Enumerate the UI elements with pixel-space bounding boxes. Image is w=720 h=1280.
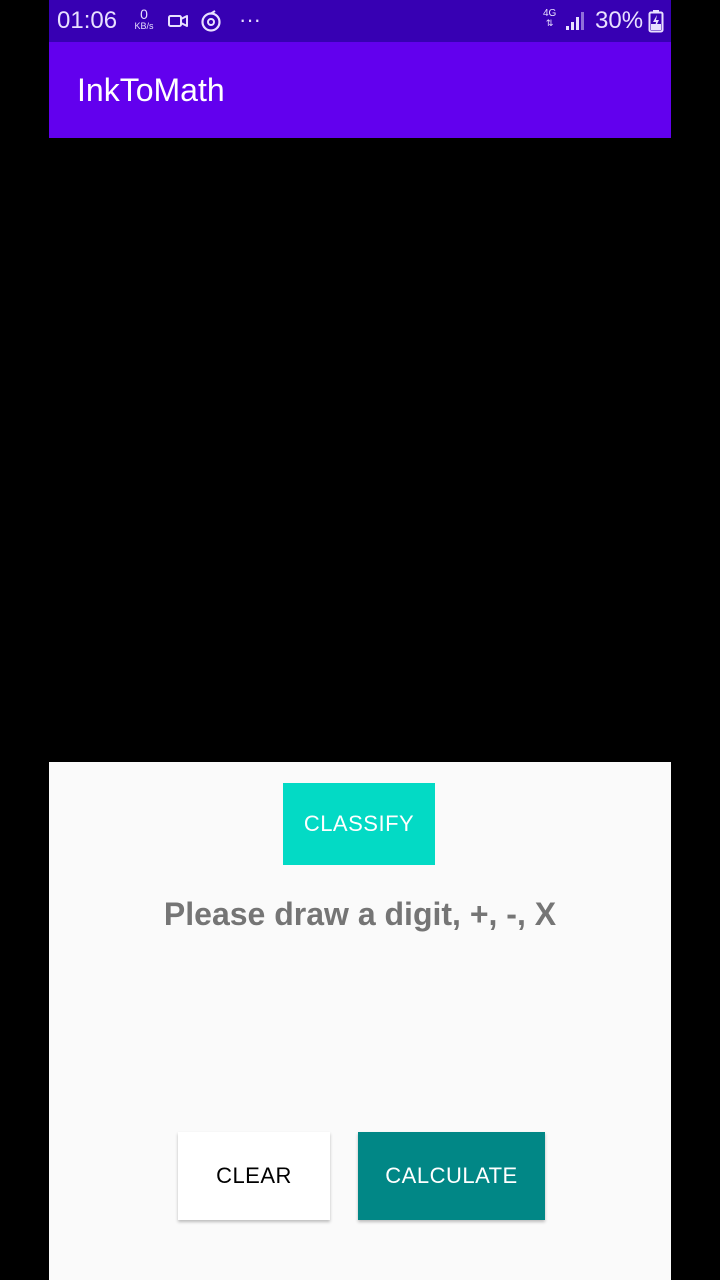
sync-icon [199, 10, 223, 39]
data-rate-indicator: 0 KB/s [131, 7, 157, 31]
status-time: 01:06 [57, 7, 118, 34]
instruction-text: Please draw a digit, +, -, X [163, 896, 557, 932]
control-panel: CLASSIFY Please draw a digit, +, -, X CL… [49, 762, 671, 1280]
signal-strength-icon [565, 11, 587, 36]
data-rate-value: 0 [140, 6, 148, 22]
app-bar: InkToMath [49, 42, 671, 138]
drawing-canvas[interactable] [49, 138, 671, 762]
clear-button[interactable]: CLEAR [178, 1132, 330, 1220]
video-camera-icon [167, 10, 189, 37]
classify-button[interactable]: CLASSIFY [283, 783, 435, 865]
app-screen: 01:06 0 KB/s ··· 4G ⇅ 30% InkToMath CLAS… [49, 0, 671, 1280]
data-rate-unit: KB/s [134, 21, 154, 31]
battery-charging-icon [648, 9, 664, 38]
status-bar: 01:06 0 KB/s ··· 4G ⇅ 30% [49, 0, 671, 42]
battery-percent: 30% [595, 7, 644, 34]
app-title: InkToMath [77, 72, 225, 108]
network-type-indicator: 4G ⇅ [543, 9, 556, 29]
data-arrows-icon: ⇅ [545, 18, 554, 28]
calculate-button[interactable]: CALCULATE [358, 1132, 545, 1220]
more-notifications-icon: ··· [239, 7, 261, 32]
